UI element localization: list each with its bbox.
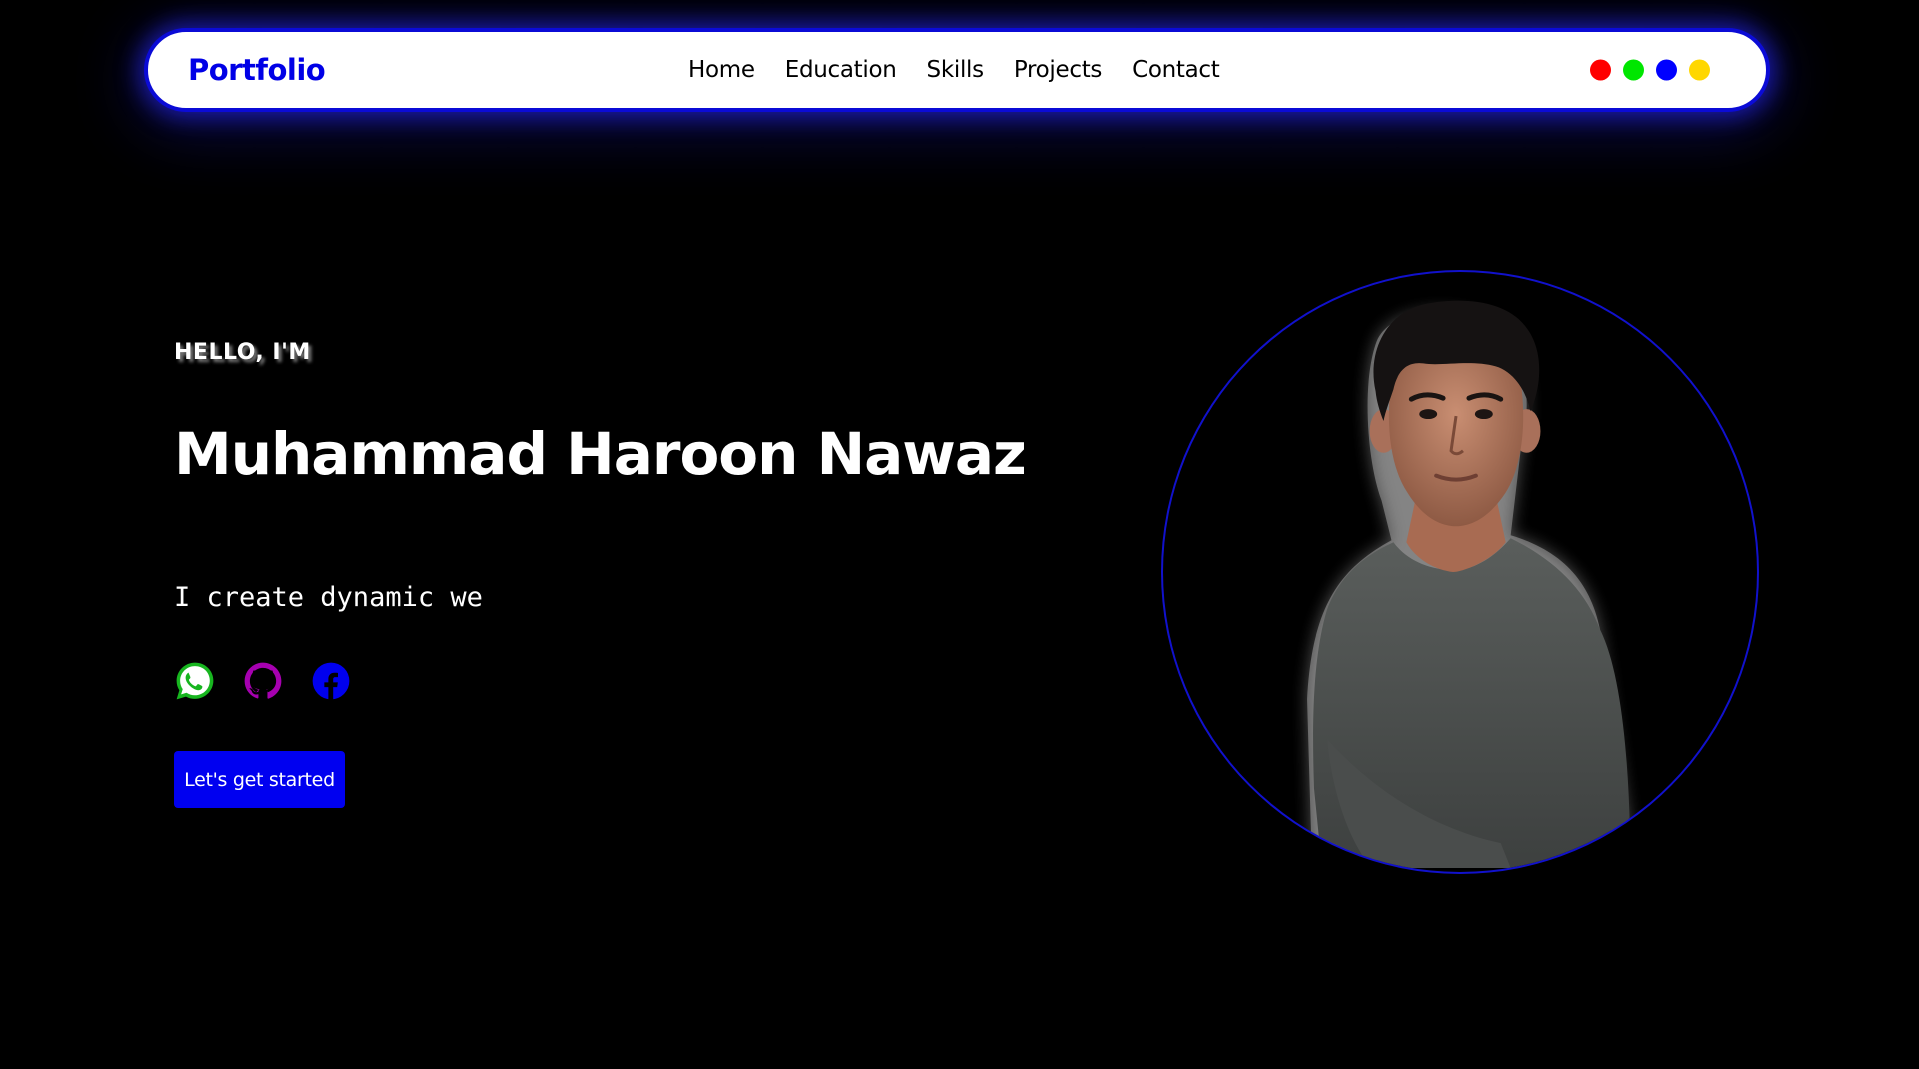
theme-dot-red[interactable] (1590, 59, 1611, 81)
nav-link-home[interactable]: Home (688, 57, 755, 83)
nav-links: Home Education Skills Projects Contact (688, 57, 1250, 83)
get-started-button[interactable]: Let's get started (174, 751, 345, 808)
typed-tagline: I create dynamic we (174, 582, 483, 613)
profile-portrait (1161, 270, 1759, 874)
nav-link-education[interactable]: Education (785, 57, 897, 83)
portfolio-page: Portfolio Home Education Skills Projects… (0, 0, 1919, 1069)
hero-name: Muhammad Haroon Nawaz (174, 420, 1027, 488)
nav-link-contact[interactable]: Contact (1132, 57, 1220, 83)
theme-dot-blue[interactable] (1656, 59, 1677, 81)
theme-dot-green[interactable] (1623, 59, 1644, 81)
navbar: Portfolio Home Education Skills Projects… (144, 28, 1770, 112)
whatsapp-icon[interactable] (174, 660, 216, 702)
theme-dot-yellow[interactable] (1689, 59, 1710, 81)
nav-link-skills[interactable]: Skills (927, 57, 985, 83)
github-icon[interactable] (242, 660, 284, 702)
nav-link-projects[interactable]: Projects (1014, 57, 1103, 83)
facebook-icon[interactable] (310, 660, 352, 702)
person-photo (1307, 300, 1630, 869)
theme-color-picker (1590, 59, 1710, 81)
brand-logo[interactable]: Portfolio (188, 53, 326, 87)
social-links (174, 660, 352, 702)
greeting-text: HELLO, I'M (174, 340, 311, 365)
